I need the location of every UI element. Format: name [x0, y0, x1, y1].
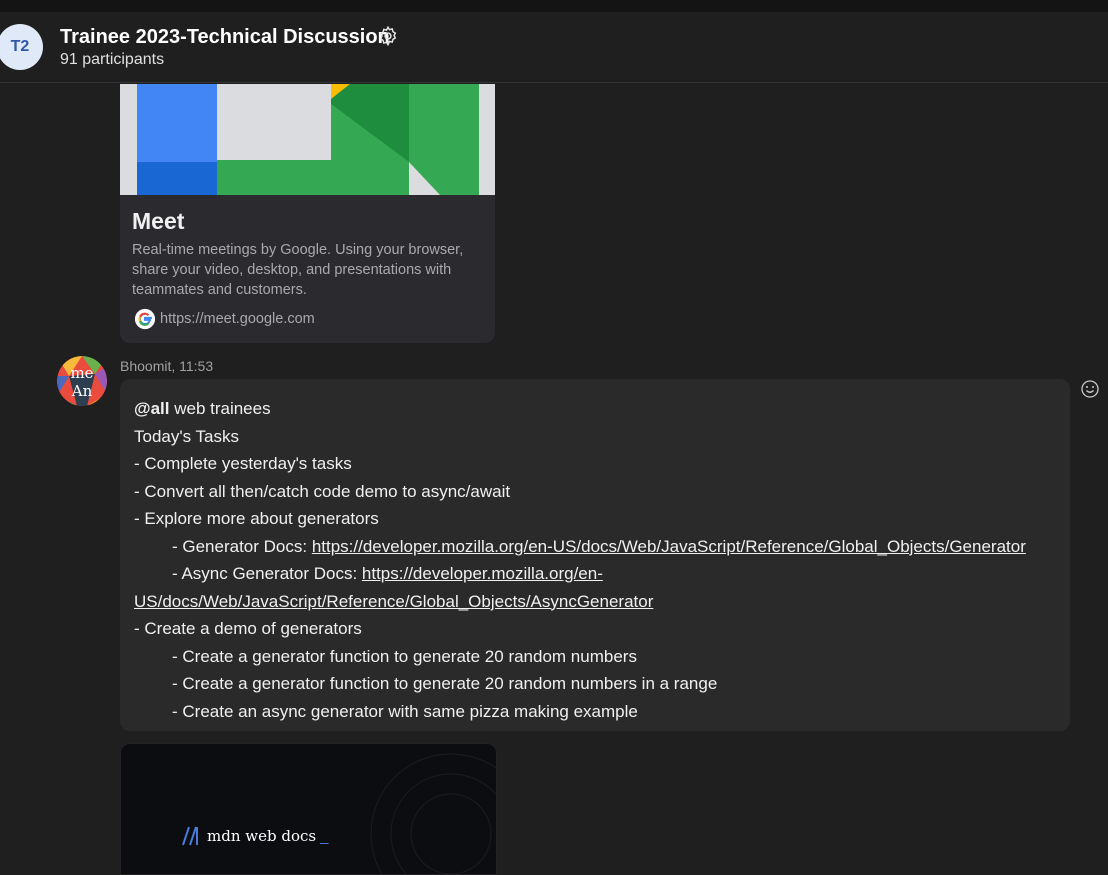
- mdn-logo-cursor: _: [320, 827, 329, 845]
- chat-title[interactable]: Trainee 2023-Technical Discussion: [60, 26, 390, 49]
- preview-title: Meet: [132, 208, 185, 234]
- message-sender-time: Bhoomit, 11:53: [120, 358, 214, 374]
- mention[interactable]: @all: [134, 399, 169, 418]
- message-line: - Async Generator Docs: https://develope…: [134, 560, 1026, 588]
- message-text: - Generator Docs:: [172, 536, 312, 556]
- mdn-background-pattern: [370, 753, 496, 874]
- window-top-strip: [0, 0, 1108, 12]
- message-line: @all web trainees: [134, 395, 1026, 423]
- message-line: - Create a demo of generators: [134, 619, 362, 638]
- generator-docs-link[interactable]: https://developer.mozilla.org/en-US/docs…: [312, 537, 1026, 556]
- message-line: - Create a generator function to generat…: [172, 646, 637, 666]
- smiley-icon[interactable]: [1080, 379, 1100, 399]
- message-line: Today's Tasks: [134, 426, 239, 446]
- google-g-icon: [134, 308, 156, 330]
- preview-image: [120, 84, 495, 195]
- avatar-text-bottom: An: [71, 382, 93, 400]
- gear-icon[interactable]: [377, 25, 399, 47]
- async-generator-docs-link-continued[interactable]: US/docs/Web/JavaScript/Reference/Global_…: [134, 592, 653, 611]
- avatar-text-top: me: [70, 364, 93, 382]
- mdn-mark-icon: [182, 826, 198, 846]
- message-line: - Convert all then/catch code demo to as…: [134, 481, 511, 501]
- mdn-preview-card[interactable]: mdn web docs _: [120, 743, 497, 875]
- message-line: - Complete yesterday's tasks: [134, 454, 352, 473]
- message-text: web trainees: [169, 399, 271, 418]
- message-line: - Create a generator function to generat…: [172, 674, 718, 693]
- async-generator-docs-link[interactable]: https://developer.mozilla.org/en-: [362, 564, 603, 583]
- link-preview-card[interactable]: Meet Real-time meetings by Google. Using…: [120, 84, 495, 343]
- group-avatar[interactable]: T2: [0, 24, 43, 70]
- message-text: - Async Generator Docs:: [172, 564, 362, 583]
- preview-url[interactable]: https://meet.google.com: [160, 311, 315, 327]
- participant-count[interactable]: 91 participants: [60, 51, 164, 69]
- mdn-logo-text: mdn web docs: [207, 827, 317, 845]
- message-line: - Generator Docs: https://developer.mozi…: [134, 533, 1026, 561]
- preview-description: Real-time meetings by Google. Using your…: [132, 242, 464, 298]
- message-bubble[interactable]: @all web trainees Today's Tasks - Comple…: [120, 379, 1070, 731]
- sender-avatar[interactable]: me An: [57, 356, 107, 406]
- message-line: US/docs/Web/JavaScript/Reference/Global_…: [134, 588, 1026, 616]
- message-line: - Create an async generator with same pi…: [172, 701, 638, 721]
- message-line: - Explore more about generators: [134, 509, 379, 528]
- chat-header: T2 Trainee 2023-Technical Discussion 91 …: [0, 12, 1108, 83]
- message-body: @all web trainees Today's Tasks - Comple…: [134, 395, 1026, 725]
- mdn-logo: mdn web docs _: [181, 826, 328, 846]
